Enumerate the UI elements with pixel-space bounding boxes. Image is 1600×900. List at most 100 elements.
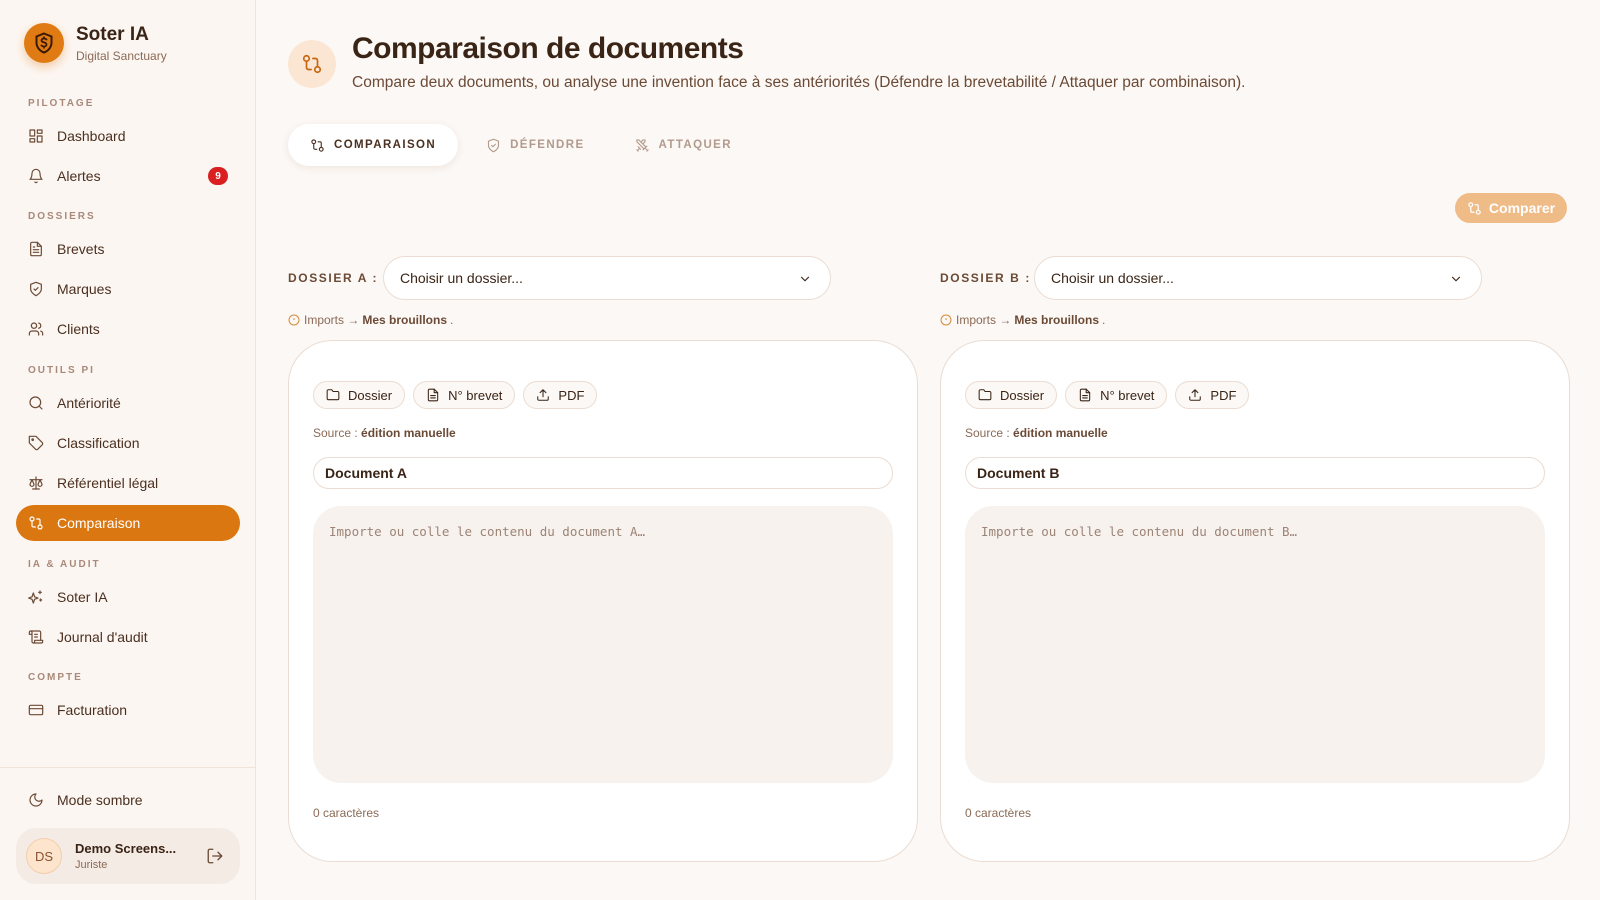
dark-mode-toggle[interactable]: Mode sombre (16, 782, 240, 818)
dossier-b-label: DOSSIER B : (940, 271, 1031, 285)
document-b-panel: Dossier N° brevet PDF Source : édition m… (940, 340, 1570, 862)
sidebar-item-label: Comparaison (57, 515, 141, 531)
dashboard-icon (29, 129, 43, 143)
file-text-icon (30, 241, 42, 257)
import-dossier-b-button[interactable]: Dossier (965, 381, 1058, 409)
mode-tabs: COMPARAISON DÉFENDRE ATTAQUER (288, 124, 754, 166)
credit-card-icon (28, 704, 44, 716)
sidebar-item-label: Clients (57, 321, 100, 337)
sidebar-item-soter-ia[interactable]: Soter IA (16, 579, 240, 615)
section-label-compte: COMPTE (28, 672, 83, 683)
sidebar-item-classification[interactable]: Classification (16, 425, 240, 461)
dossier-b-hint: Imports → Mes brouillons . (940, 313, 1105, 327)
chip-label: Dossier (348, 387, 393, 403)
sidebar-item-label: Classification (57, 435, 140, 451)
import-brevet-a-button[interactable]: N° brevet (413, 381, 516, 409)
section-label-ia: IA & AUDIT (28, 559, 101, 570)
sparkles-icon (28, 590, 43, 604)
tab-attaquer[interactable]: ATTAQUER (613, 124, 754, 166)
tag-icon (28, 435, 44, 451)
import-pdf-b-button[interactable]: PDF (1175, 381, 1250, 409)
document-a-title-input[interactable] (313, 457, 893, 489)
brand-tagline: Digital Sanctuary (76, 48, 167, 63)
sidebar-item-anteriorite[interactable]: Antériorité (16, 385, 240, 421)
compare-icon (29, 516, 43, 530)
source-value: édition manuelle (361, 426, 456, 440)
sidebar-item-label: Brevets (57, 241, 105, 257)
info-icon (940, 314, 952, 326)
source-value: édition manuelle (1013, 426, 1108, 440)
document-b-source: Source : édition manuelle (965, 426, 1108, 440)
sidebar-item-journal[interactable]: Journal d'audit (16, 619, 240, 655)
import-pdf-a-button[interactable]: PDF (523, 381, 598, 409)
import-dossier-a-button[interactable]: Dossier (313, 381, 406, 409)
tab-defendre[interactable]: DÉFENDRE (464, 124, 606, 166)
dossier-a-hint: Imports → Mes brouillons . (288, 313, 453, 327)
sidebar-divider (0, 767, 256, 768)
file-text-icon (1079, 388, 1091, 402)
user-name: Demo Screens... (75, 841, 177, 856)
sidebar-item-alertes[interactable]: Alertes 9 (16, 158, 240, 194)
hint-prefix: Imports → (956, 313, 1012, 327)
sidebar-item-label: Journal d'audit (57, 629, 148, 645)
sidebar-item-referentiel[interactable]: Référentiel légal (16, 465, 240, 501)
tab-comparaison[interactable]: COMPARAISON (288, 124, 459, 166)
tab-label: ATTAQUER (658, 139, 732, 151)
brand[interactable]: Soter IA Digital Sanctuary (24, 23, 167, 63)
tab-label: DÉFENDRE (510, 139, 585, 151)
sidebar: Soter IA Digital Sanctuary PILOTAGE Dash… (0, 0, 256, 900)
drafts-link[interactable]: Mes brouillons (362, 313, 447, 327)
chip-label: PDF (1210, 387, 1237, 403)
avatar: DS (26, 838, 62, 874)
shield-logo-icon (24, 23, 64, 63)
page-subtitle: Compare deux documents, ou analyse une i… (352, 74, 1246, 91)
search-icon (29, 396, 43, 410)
section-label-outils: OUTILS PI (28, 365, 95, 376)
dossier-a-select[interactable]: Choisir un dossier... (383, 256, 831, 300)
compare-button-label: Comparer (1488, 200, 1556, 216)
scroll-icon (28, 630, 44, 644)
chip-label: Dossier (1000, 387, 1045, 403)
source-label: Source : (965, 426, 1010, 440)
import-brevet-b-button[interactable]: N° brevet (1065, 381, 1168, 409)
chip-label: N° brevet (448, 387, 503, 403)
sidebar-item-clients[interactable]: Clients (16, 311, 240, 347)
upload-icon (1189, 389, 1202, 401)
folder-icon (978, 389, 992, 401)
folder-icon (326, 389, 340, 401)
drafts-link[interactable]: Mes brouillons (1014, 313, 1099, 327)
sidebar-item-facturation[interactable]: Facturation (16, 692, 240, 728)
file-text-icon (427, 388, 439, 402)
scale-icon (29, 476, 43, 490)
brand-name: Soter IA (76, 23, 149, 45)
upload-icon (537, 389, 550, 401)
hint-suffix: . (1102, 313, 1106, 327)
sidebar-item-label: Dashboard (57, 128, 126, 144)
alert-count-badge: 9 (208, 167, 228, 185)
logout-icon[interactable] (206, 847, 224, 870)
dossier-b-select-value: Choisir un dossier... (1051, 270, 1174, 286)
sidebar-item-comparaison[interactable]: Comparaison (16, 505, 240, 541)
user-role: Juriste (75, 859, 108, 871)
document-a-content-textarea[interactable] (313, 506, 893, 783)
sidebar-item-label: Marques (57, 281, 112, 297)
sidebar-item-label: Alertes (57, 168, 101, 184)
page-title: Comparaison de documents (352, 32, 744, 65)
shield-check-icon (30, 281, 42, 297)
sidebar-item-brevets[interactable]: Brevets (16, 231, 240, 267)
dossier-a-label: DOSSIER A : (288, 271, 379, 285)
compare-button[interactable]: Comparer (1455, 193, 1567, 223)
document-b-content-textarea[interactable] (965, 506, 1545, 783)
document-a-char-count: 0 caractères (313, 806, 380, 820)
user-card[interactable]: DS Demo Screens... Juriste (16, 828, 240, 884)
source-label: Source : (313, 426, 358, 440)
sidebar-item-marques[interactable]: Marques (16, 271, 240, 307)
sidebar-item-label: Facturation (57, 702, 128, 718)
bell-icon (29, 168, 43, 184)
dark-mode-label: Mode sombre (57, 792, 143, 808)
dossier-b-select[interactable]: Choisir un dossier... (1034, 256, 1482, 300)
sidebar-item-dashboard[interactable]: Dashboard (16, 118, 240, 154)
document-b-title-input[interactable] (965, 457, 1545, 489)
section-label-pilotage: PILOTAGE (28, 98, 95, 109)
sidebar-item-label: Antériorité (57, 395, 121, 411)
